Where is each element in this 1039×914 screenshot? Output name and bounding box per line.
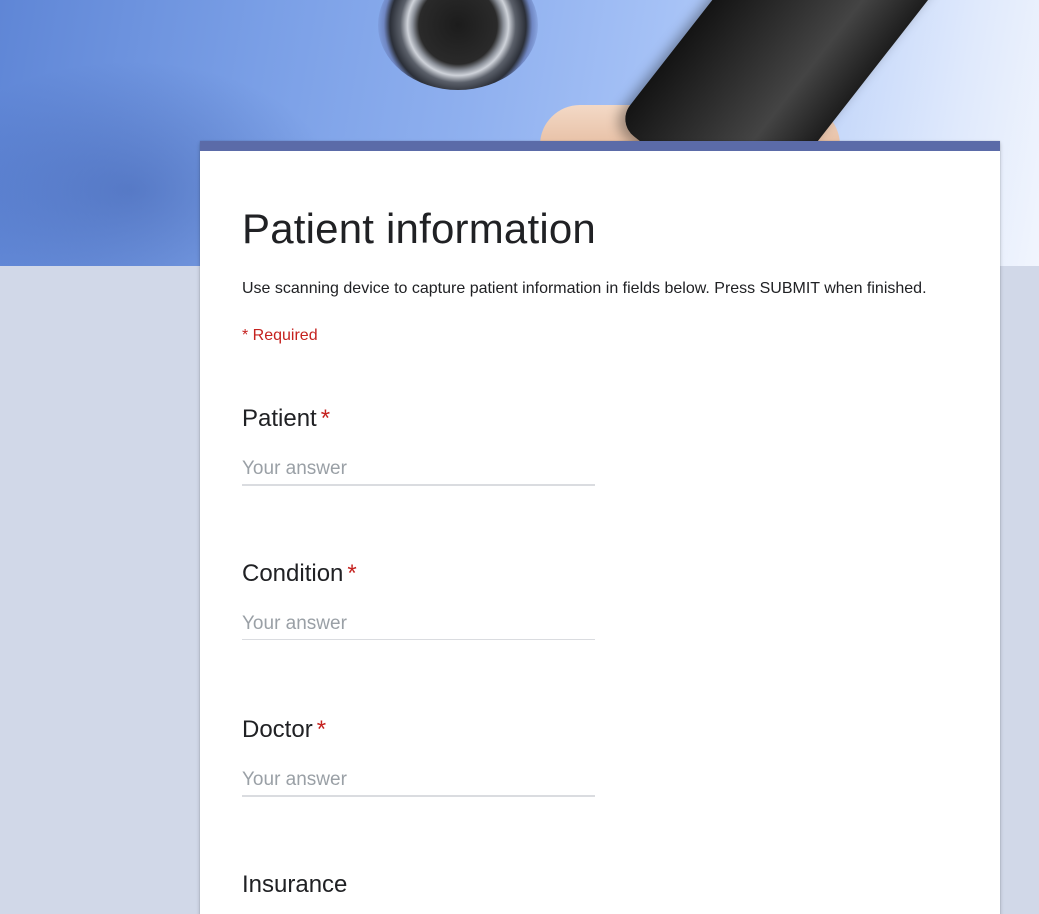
- question-label: Condition *: [242, 559, 802, 589]
- required-asterisk: *: [320, 405, 331, 432]
- form-page: Patient information Use scanning device …: [0, 0, 1039, 914]
- question-label: Insurance: [242, 870, 802, 900]
- question-label: Doctor *: [242, 715, 802, 745]
- question-title: Insurance: [242, 871, 348, 898]
- question-insurance: Insurance: [242, 870, 802, 900]
- question-patient: Patient *: [242, 404, 802, 486]
- stethoscope-image: [378, 0, 538, 90]
- doctor-answer-input[interactable]: [242, 765, 595, 797]
- required-note: * Required: [242, 327, 318, 344]
- form-card: Patient information Use scanning device …: [200, 141, 1000, 914]
- condition-answer-input[interactable]: [242, 609, 595, 640]
- question-label: Patient *: [242, 404, 802, 434]
- question-condition: Condition *: [242, 559, 802, 640]
- question-title: Patient: [242, 405, 317, 432]
- form-title: Patient information: [242, 205, 596, 252]
- question-title: Doctor: [242, 716, 313, 743]
- required-asterisk: *: [316, 716, 327, 743]
- required-asterisk: *: [347, 560, 357, 587]
- patient-answer-input[interactable]: [242, 454, 595, 486]
- question-title: Condition: [242, 560, 344, 587]
- form-description: Use scanning device to capture patient i…: [242, 280, 927, 297]
- question-doctor: Doctor *: [242, 715, 802, 797]
